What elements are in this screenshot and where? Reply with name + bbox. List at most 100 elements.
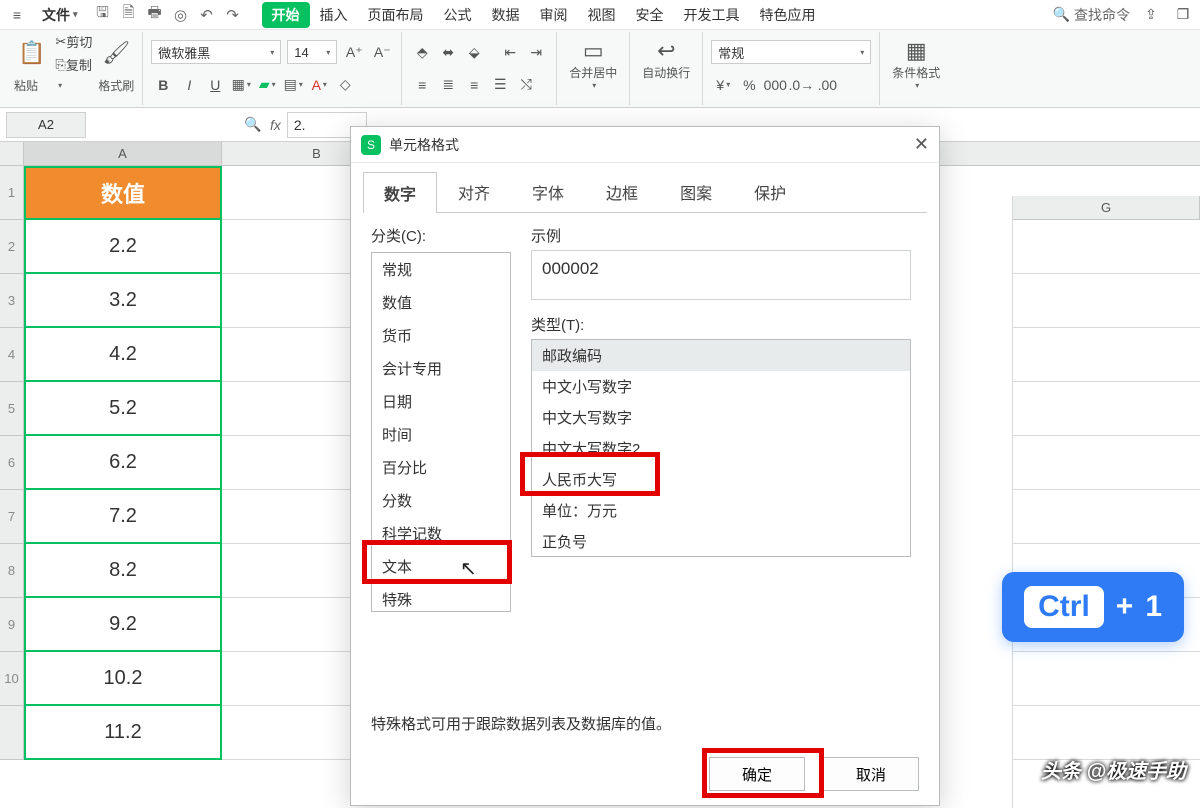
increase-font-icon[interactable]: A⁺ (343, 41, 365, 63)
paste-button[interactable]: 📋 (14, 38, 49, 68)
percent-icon[interactable]: % (737, 74, 761, 96)
window-icon[interactable]: ❐ (1172, 4, 1194, 26)
type-item[interactable]: 正负号 (532, 526, 910, 557)
type-item[interactable]: 邮政编码 (532, 340, 910, 371)
increase-decimal-icon[interactable]: .0→ (789, 74, 813, 96)
type-item[interactable]: 中文小写数字 (532, 371, 910, 402)
wrap-text-button[interactable]: ↩ 自动换行 (638, 36, 694, 83)
dlg-tab-align[interactable]: 对齐 (437, 171, 511, 212)
row-header[interactable]: 8 (0, 544, 24, 598)
table-value-cell[interactable]: 9.2 (24, 598, 222, 652)
col-header-A[interactable]: A (24, 142, 222, 165)
table-value-cell[interactable]: 6.2 (24, 436, 222, 490)
row-header[interactable]: 4 (0, 328, 24, 382)
borders-button[interactable]: ▦▾ (229, 74, 253, 96)
redo-icon[interactable]: ↷ (224, 6, 242, 24)
row-header[interactable]: 3 (0, 274, 24, 328)
save-icon[interactable]: 🖫 (94, 2, 112, 27)
indent-increase-icon[interactable]: ⇥ (524, 41, 548, 63)
italic-button[interactable]: I (177, 74, 201, 96)
file-menu[interactable]: 文件 ▾ (32, 3, 88, 27)
row-header[interactable]: 1 (0, 166, 24, 220)
decrease-font-icon[interactable]: A⁻ (371, 41, 393, 63)
table-value-cell[interactable]: 10.2 (24, 652, 222, 706)
row-header[interactable]: 7 (0, 490, 24, 544)
col-header-G[interactable]: G (1013, 196, 1200, 220)
comma-icon[interactable]: 000 (763, 74, 787, 96)
category-item[interactable]: 科学记数 (372, 517, 510, 550)
orientation-icon[interactable]: ⤭ (514, 74, 538, 96)
category-item[interactable]: 货币 (372, 319, 510, 352)
name-box[interactable]: A2 (6, 112, 86, 138)
align-bottom-icon[interactable]: ⬙ (462, 41, 486, 63)
row-header[interactable]: 10 (0, 652, 24, 706)
category-item[interactable]: 分数 (372, 484, 510, 517)
ok-button[interactable]: 确定 (709, 757, 805, 791)
zoom-icon[interactable]: 🔍 (242, 114, 264, 136)
row-header[interactable]: 2 (0, 220, 24, 274)
font-name-select[interactable]: 微软雅黑▾ (151, 40, 281, 64)
indent-decrease-icon[interactable]: ⇤ (498, 41, 522, 63)
category-item[interactable]: 文本 (372, 550, 510, 583)
dlg-tab-number[interactable]: 数字 (363, 172, 437, 213)
tab-feature[interactable]: 特色应用 (750, 3, 826, 27)
currency-icon[interactable]: ¥▾ (711, 74, 735, 96)
table-value-cell[interactable]: 7.2 (24, 490, 222, 544)
tab-start[interactable]: 开始 (262, 2, 310, 28)
share-icon[interactable]: ⇪ (1140, 4, 1162, 26)
bold-button[interactable]: B (151, 74, 175, 96)
format-painter-button[interactable]: 🖌 (98, 38, 134, 68)
font-color-button[interactable]: A▾ (307, 74, 331, 96)
table-value-cell[interactable]: 2.2 (24, 220, 222, 274)
cancel-button[interactable]: 取消 (823, 757, 919, 791)
category-item[interactable]: 会计专用 (372, 352, 510, 385)
save-as-icon[interactable]: 🗎 (120, 2, 138, 27)
table-value-cell[interactable]: 3.2 (24, 274, 222, 328)
category-list[interactable]: 常规数值货币会计专用日期时间百分比分数科学记数文本特殊自定义 (371, 252, 511, 612)
type-list[interactable]: 邮政编码中文小写数字中文大写数字中文大写数字2人民币大写单位：万元正负号 (531, 339, 911, 557)
tab-insert[interactable]: 插入 (310, 3, 358, 27)
row-header[interactable] (0, 706, 24, 760)
category-item[interactable]: 百分比 (372, 451, 510, 484)
dlg-tab-font[interactable]: 字体 (511, 171, 585, 212)
justify-icon[interactable]: ☰ (488, 74, 512, 96)
tab-data[interactable]: 数据 (482, 3, 530, 27)
align-right-icon[interactable]: ≡ (462, 74, 486, 96)
type-item[interactable]: 人民币大写 (532, 464, 910, 495)
decrease-decimal-icon[interactable]: .00 (815, 74, 839, 96)
command-search[interactable]: 🔍 查找命令 (1053, 5, 1130, 25)
conditional-format-button[interactable]: ▦ 条件格式▾ (888, 36, 944, 92)
cut-button[interactable]: ✂ 剪切 (55, 32, 92, 51)
number-format-select[interactable]: 常规▾ (711, 40, 871, 64)
tab-view[interactable]: 视图 (578, 3, 626, 27)
hamburger-icon[interactable]: ≡ (6, 4, 28, 26)
category-item[interactable]: 常规 (372, 253, 510, 286)
row-header[interactable]: 5 (0, 382, 24, 436)
align-left-icon[interactable]: ≡ (410, 74, 434, 96)
dialog-close-button[interactable]: ✕ (914, 134, 929, 155)
align-middle-icon[interactable]: ⬌ (436, 41, 460, 63)
print-preview-icon[interactable]: ◎ (172, 6, 190, 24)
cell-style-button[interactable]: ▤▾ (281, 74, 305, 96)
row-header[interactable]: 9 (0, 598, 24, 652)
undo-icon[interactable]: ↶ (198, 6, 216, 24)
type-item[interactable]: 中文大写数字 (532, 402, 910, 433)
category-item[interactable]: 特殊 (372, 583, 510, 612)
print-icon[interactable]: 🖶 (146, 2, 164, 27)
table-value-cell[interactable]: 4.2 (24, 328, 222, 382)
tab-security[interactable]: 安全 (626, 3, 674, 27)
category-item[interactable]: 时间 (372, 418, 510, 451)
type-item[interactable]: 单位：万元 (532, 495, 910, 526)
tab-devtools[interactable]: 开发工具 (674, 3, 750, 27)
dlg-tab-pattern[interactable]: 图案 (659, 171, 733, 212)
align-center-icon[interactable]: ≣ (436, 74, 460, 96)
table-header-cell[interactable]: 数值 (24, 166, 222, 220)
table-value-cell[interactable]: 11.2 (24, 706, 222, 760)
select-all-corner[interactable] (0, 142, 24, 165)
tab-formula[interactable]: 公式 (434, 3, 482, 27)
font-size-select[interactable]: 14▾ (287, 40, 337, 64)
align-top-icon[interactable]: ⬘ (410, 41, 434, 63)
dlg-tab-protect[interactable]: 保护 (733, 171, 807, 212)
type-item[interactable]: 中文大写数字2 (532, 433, 910, 464)
tab-review[interactable]: 审阅 (530, 3, 578, 27)
